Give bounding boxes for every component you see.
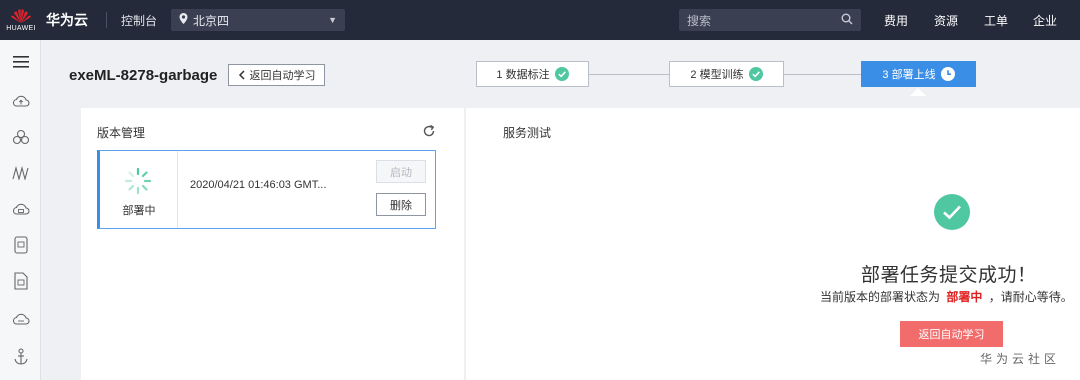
region-selector[interactable]: 北京四 ▼ [171, 9, 346, 31]
huawei-logo[interactable]: HUAWEI [0, 0, 42, 40]
step-label: 2 模型训练 [690, 69, 744, 81]
document-icon[interactable] [0, 266, 41, 296]
model-icon[interactable] [0, 122, 41, 152]
version-management-panel: 版本管理 部署中 2020/04/21 01:46:03 GMT... 启动 删… [81, 108, 464, 380]
cloud-icon[interactable] [0, 304, 41, 334]
location-pin-icon [179, 13, 188, 27]
delete-button[interactable]: 删除 [376, 193, 426, 216]
search-icon[interactable] [841, 13, 853, 28]
loading-spinner-icon [124, 167, 152, 195]
success-check-icon [934, 194, 970, 230]
page-title: exeML-8278-garbage [69, 67, 218, 84]
device-icon[interactable] [0, 230, 41, 260]
algorithm-icon[interactable] [0, 158, 41, 188]
search-placeholder: 搜索 [687, 13, 712, 28]
step-data-labeling[interactable]: 1 数据标注 [476, 61, 589, 87]
nav-enterprise[interactable]: 企业 [1033, 0, 1057, 40]
back-button-label: 返回自动学习 [249, 70, 316, 82]
divider [106, 12, 107, 28]
menu-icon[interactable] [0, 47, 41, 77]
clock-icon [940, 67, 955, 81]
nav-tickets[interactable]: 工单 [984, 0, 1008, 40]
service-test-panel: 服务测试 部署任务提交成功！ 当前版本的部署状态为 部署中 ，请耐心等待。 返回… [466, 108, 1080, 380]
status-highlight: 部署中 [946, 290, 983, 304]
console-link[interactable]: 控制台 [121, 12, 157, 29]
search-input[interactable]: 搜索 [679, 9, 861, 31]
nav-billing[interactable]: 费用 [884, 0, 908, 40]
step-connector [589, 74, 669, 75]
panel-title: 版本管理 [97, 126, 146, 140]
refresh-icon[interactable] [422, 124, 436, 138]
caret-down-icon: ▼ [328, 15, 338, 25]
step-label: 3 部署上线 [882, 69, 936, 81]
nav-resources[interactable]: 资源 [934, 0, 958, 40]
check-circle-icon [554, 67, 569, 81]
step-model-training[interactable]: 2 模型训练 [669, 61, 784, 87]
logo-text: HUAWEI [6, 25, 36, 32]
anchor-icon[interactable] [0, 342, 41, 372]
status-message-suffix: ，请耐心等待。 [988, 290, 1073, 304]
version-status: 部署中 [100, 151, 178, 228]
step-connector [784, 74, 861, 75]
step-label: 1 数据标注 [496, 69, 550, 81]
status-message-prefix: 当前版本的部署状态为 [820, 290, 941, 304]
version-timestamp: 2020/04/21 01:46:03 GMT... [190, 179, 327, 191]
active-step-pointer [910, 88, 926, 96]
start-button[interactable]: 启动 [376, 160, 426, 183]
cloud-upload-icon[interactable] [0, 86, 41, 116]
left-sidebar [0, 40, 41, 380]
success-title: 部署任务提交成功！ [861, 265, 1037, 286]
version-status-text: 部署中 [122, 205, 156, 217]
chevron-left-icon [238, 70, 245, 80]
region-label: 北京四 [193, 13, 230, 28]
top-bar: HUAWEI 华为云 控制台 北京四 ▼ 搜索 费用 资源 工单 企业 [0, 0, 1080, 40]
panel-title: 服务测试 [503, 126, 552, 140]
brand-name[interactable]: 华为云 [46, 10, 88, 30]
version-card[interactable]: 部署中 2020/04/21 01:46:03 GMT... 启动 删除 [97, 150, 436, 229]
return-to-automl-button[interactable]: 返回自动学习 [900, 321, 1003, 347]
huawei-flower-icon [11, 9, 31, 23]
step-deploy[interactable]: 3 部署上线 [861, 61, 976, 87]
check-circle-icon [748, 67, 763, 81]
page-header: exeML-8278-garbage 返回自动学习 1 数据标注 2 模型训练 … [41, 40, 1080, 108]
deploy-status-message: 当前版本的部署状态为 部署中 ，请耐心等待。 [820, 288, 1073, 305]
cloud-service-icon[interactable] [0, 194, 41, 224]
back-to-automl-button[interactable]: 返回自动学习 [228, 64, 325, 86]
watermark: 华为云社区 [980, 352, 1061, 366]
